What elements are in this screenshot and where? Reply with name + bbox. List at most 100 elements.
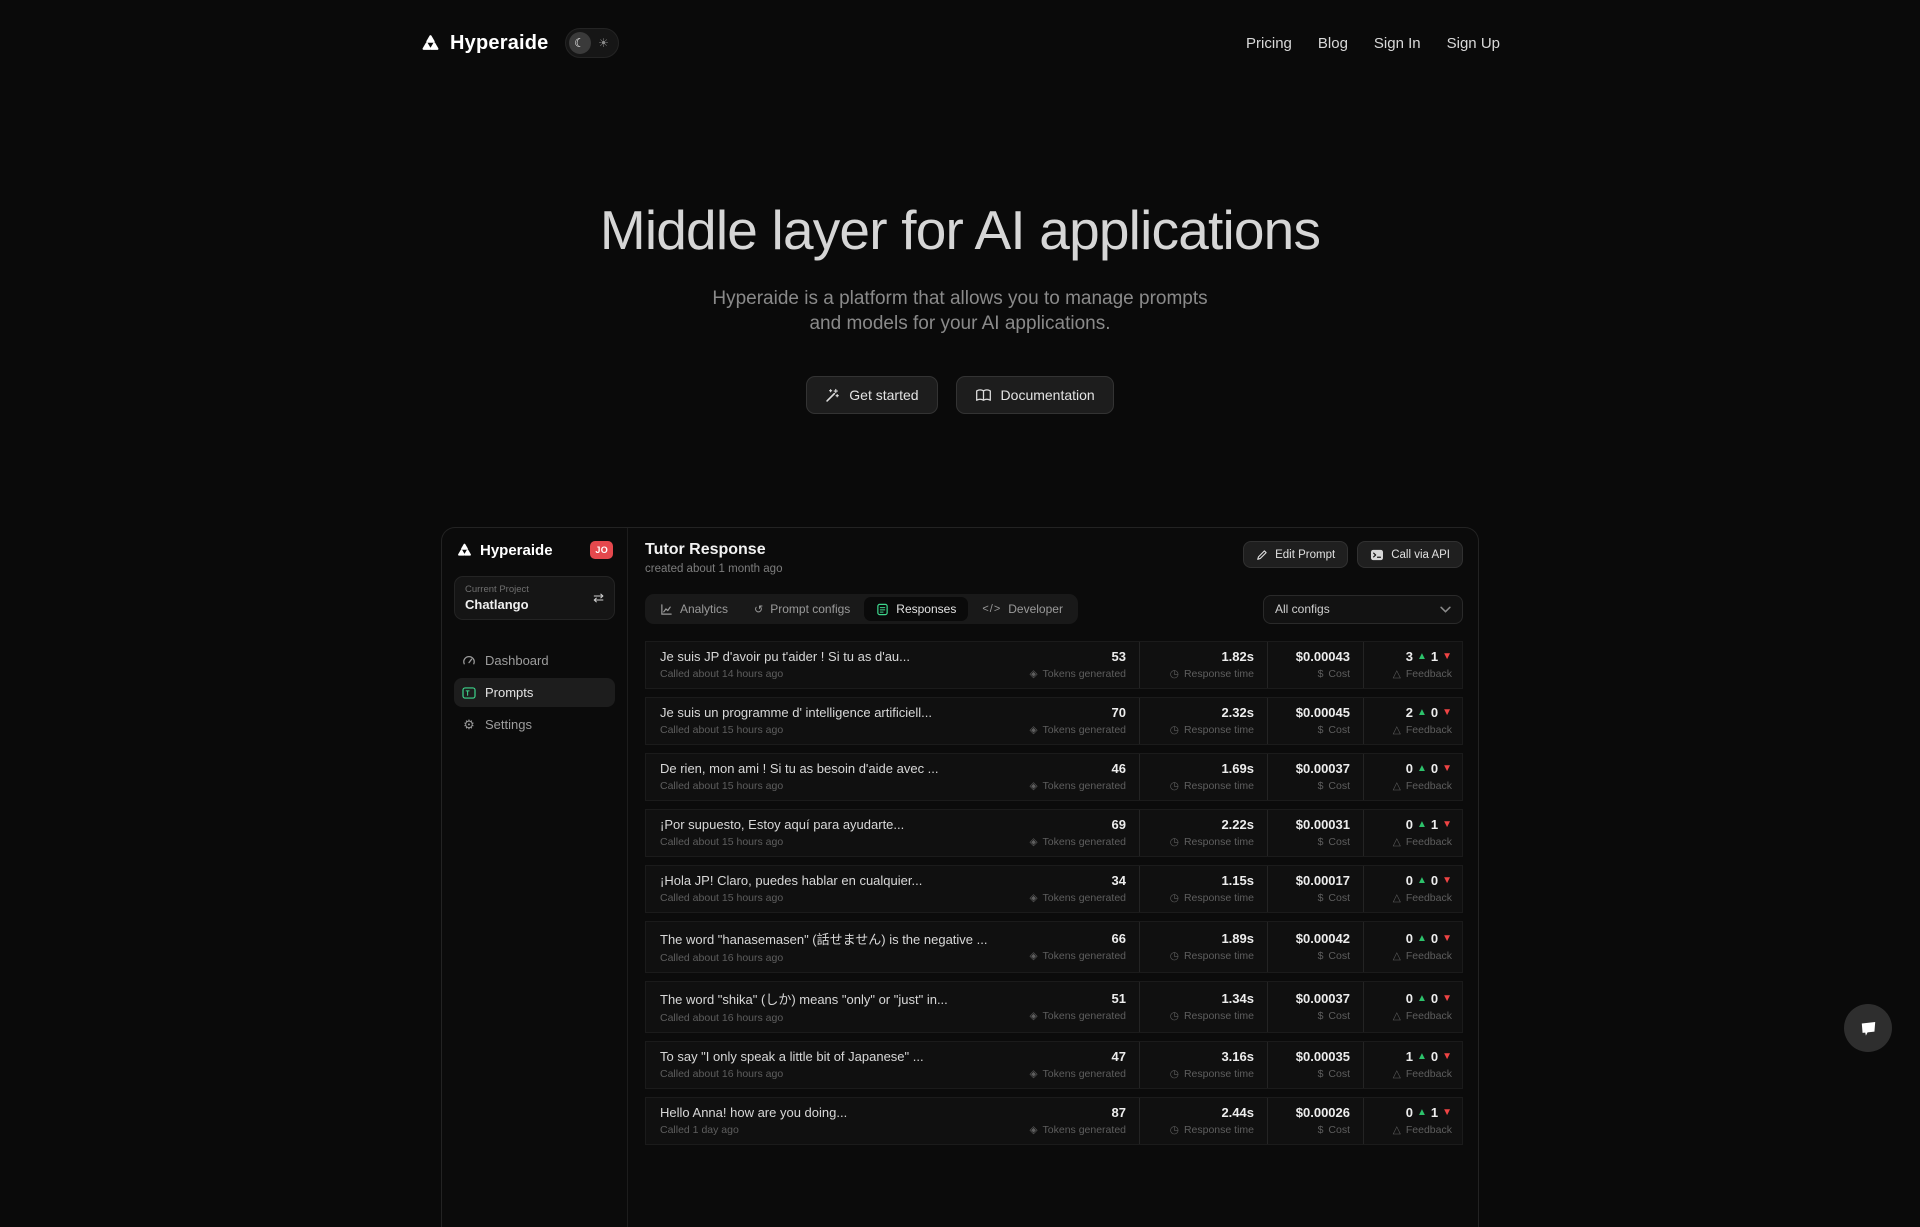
feedback-stat: 0▲ 0▼ △Feedback — [1364, 922, 1462, 972]
downvote-icon: ▼ — [1442, 933, 1452, 944]
tokens-icon: ◈ — [1029, 1124, 1037, 1136]
response-time-stat: 2.22s ◷Response time — [1140, 810, 1268, 856]
response-time-stat: 1.89s ◷Response time — [1140, 922, 1268, 972]
project-name: Chatlango — [465, 597, 529, 612]
config-filter-select[interactable]: All configs — [1263, 595, 1463, 624]
downvote-icon: ▼ — [1442, 763, 1452, 774]
cost-stat: $0.00035 $Cost — [1268, 1042, 1364, 1088]
response-row[interactable]: De rien, mon ami ! Si tu as besoin d'aid… — [645, 753, 1463, 801]
tab-responses[interactable]: Responses — [864, 597, 968, 621]
feedback-stat: 0▲ 1▼ △Feedback — [1364, 810, 1462, 856]
chevron-down-icon — [1440, 606, 1451, 613]
avatar[interactable]: JO — [590, 541, 613, 559]
hero-subtitle: Hyperaide is a platform that allows you … — [0, 286, 1920, 336]
upvote-icon: ▲ — [1417, 819, 1427, 830]
downvote-icon: ▼ — [1442, 707, 1452, 718]
terminal-icon — [1370, 549, 1384, 561]
upvote-icon: ▲ — [1417, 875, 1427, 886]
dollar-icon: $ — [1318, 724, 1324, 736]
sun-icon[interactable]: ☀ — [593, 32, 615, 54]
tab-developer[interactable]: </> Developer — [970, 597, 1075, 621]
response-called: Called about 15 hours ago — [660, 836, 1008, 848]
upvote-icon: ▲ — [1417, 707, 1427, 718]
dollar-icon: $ — [1318, 1124, 1324, 1136]
chat-widget-button[interactable] — [1844, 1004, 1892, 1052]
nav-link-signin[interactable]: Sign In — [1374, 35, 1421, 52]
clock-icon: ◷ — [1170, 668, 1179, 680]
response-called: Called about 15 hours ago — [660, 780, 1008, 792]
cost-stat: $0.00017 $Cost — [1268, 866, 1364, 912]
upvote-icon: ▲ — [1417, 933, 1427, 944]
response-row[interactable]: ¡Hola JP! Claro, puedes hablar en cualqu… — [645, 865, 1463, 913]
downvote-icon: ▼ — [1442, 1051, 1452, 1062]
clock-icon: ◷ — [1170, 1010, 1179, 1022]
feedback-icon: △ — [1393, 780, 1401, 792]
feedback-icon: △ — [1393, 668, 1401, 680]
hyperaide-logo-icon — [420, 33, 441, 53]
tokens-icon: ◈ — [1029, 892, 1037, 904]
nav-link-blog[interactable]: Blog — [1318, 35, 1348, 52]
chat-bubble-icon — [1857, 1017, 1880, 1040]
documentation-button[interactable]: Documentation — [956, 376, 1114, 414]
clock-icon: ◷ — [1170, 836, 1179, 848]
sidebar-item-settings[interactable]: ⚙ Settings — [454, 710, 615, 739]
clock-icon: ◷ — [1170, 1068, 1179, 1080]
prompt-created: created about 1 month ago — [645, 563, 782, 575]
switch-project-icon[interactable]: ⇄ — [593, 590, 604, 606]
response-called: Called about 15 hours ago — [660, 724, 1008, 736]
response-called: Called 1 day ago — [660, 1124, 1008, 1136]
hero-section: Middle layer for AI applications Hyperai… — [0, 198, 1920, 414]
feedback-icon: △ — [1393, 950, 1401, 962]
dollar-icon: $ — [1318, 780, 1324, 792]
response-row[interactable]: Hello Anna! how are you doing... Called … — [645, 1097, 1463, 1145]
response-row[interactable]: Je suis JP d'avoir pu t'aider ! Si tu as… — [645, 641, 1463, 689]
response-called: Called about 15 hours ago — [660, 892, 1008, 904]
feedback-icon: △ — [1393, 1124, 1401, 1136]
clock-icon: ◷ — [1170, 724, 1179, 736]
cost-stat: $0.00045 $Cost — [1268, 698, 1364, 744]
dollar-icon: $ — [1318, 1010, 1324, 1022]
tokens-icon: ◈ — [1029, 724, 1037, 736]
response-row[interactable]: Je suis un programme d' intelligence art… — [645, 697, 1463, 745]
response-called: Called about 14 hours ago — [660, 668, 1008, 680]
response-row[interactable]: To say "I only speak a little bit of Jap… — [645, 1041, 1463, 1089]
call-via-api-button[interactable]: Call via API — [1357, 541, 1463, 568]
feedback-stat: 2▲ 0▼ △Feedback — [1364, 698, 1462, 744]
response-row[interactable]: The word "shika" (しか) means "only" or "j… — [645, 981, 1463, 1033]
clock-icon: ◷ — [1170, 892, 1179, 904]
tokens-stat: 34 ◈Tokens generated — [1022, 866, 1140, 912]
tab-prompt-configs[interactable]: ↺ Prompt configs — [742, 597, 862, 621]
brand[interactable]: Hyperaide — [420, 32, 549, 55]
gear-icon: ⚙ — [462, 717, 476, 733]
project-switcher[interactable]: Current Project Chatlango ⇄ — [454, 576, 615, 620]
feedback-stat: 0▲ 0▼ △Feedback — [1364, 866, 1462, 912]
response-time-stat: 1.69s ◷Response time — [1140, 754, 1268, 800]
nav-links: Pricing Blog Sign In Sign Up — [1246, 35, 1500, 52]
theme-toggle[interactable]: ☾ ☀ — [565, 28, 619, 58]
feedback-icon: △ — [1393, 892, 1401, 904]
dollar-icon: $ — [1318, 892, 1324, 904]
get-started-button[interactable]: Get started — [806, 376, 937, 414]
moon-icon[interactable]: ☾ — [569, 32, 591, 54]
response-row[interactable]: ¡Por supuesto, Estoy aquí para ayudarte.… — [645, 809, 1463, 857]
response-text: ¡Hola JP! Claro, puedes hablar en cualqu… — [660, 873, 1008, 888]
prompts-icon — [462, 687, 476, 699]
tokens-stat: 47 ◈Tokens generated — [1022, 1042, 1140, 1088]
upvote-icon: ▲ — [1417, 993, 1427, 1004]
downvote-icon: ▼ — [1442, 875, 1452, 886]
nav-link-signup[interactable]: Sign Up — [1447, 35, 1500, 52]
cost-stat: $0.00031 $Cost — [1268, 810, 1364, 856]
sidebar-item-dashboard[interactable]: Dashboard — [454, 646, 615, 675]
nav-link-pricing[interactable]: Pricing — [1246, 35, 1292, 52]
dollar-icon: $ — [1318, 668, 1324, 680]
edit-prompt-button[interactable]: Edit Prompt — [1243, 541, 1348, 568]
response-text: Je suis un programme d' intelligence art… — [660, 705, 1008, 720]
dollar-icon: $ — [1318, 1068, 1324, 1080]
sidebar-item-prompts[interactable]: Prompts — [454, 678, 615, 707]
response-row[interactable]: The word "hanasemasen" (話せません) is the ne… — [645, 921, 1463, 973]
tab-analytics[interactable]: Analytics — [648, 597, 740, 621]
response-time-stat: 1.15s ◷Response time — [1140, 866, 1268, 912]
downvote-icon: ▼ — [1442, 1107, 1452, 1118]
tokens-icon: ◈ — [1029, 780, 1037, 792]
responses-icon — [876, 603, 889, 616]
